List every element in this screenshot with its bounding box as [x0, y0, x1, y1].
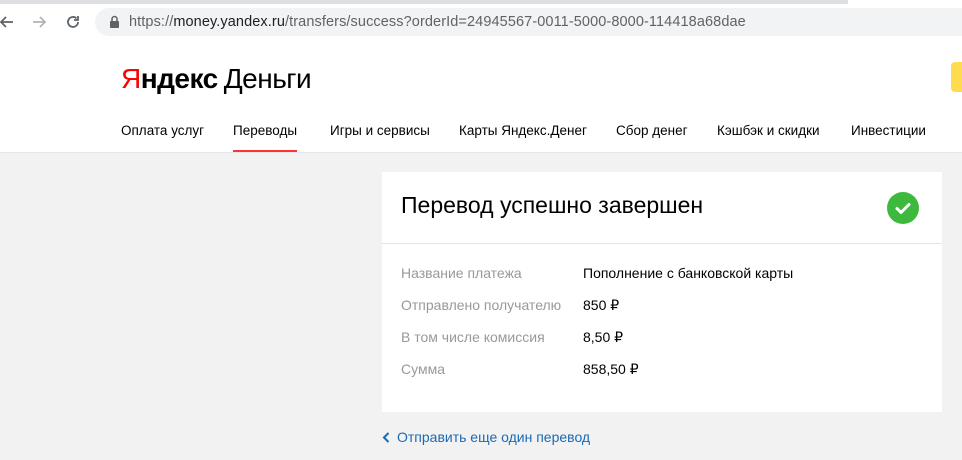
nav-item-transfers[interactable]: Переводы	[233, 123, 298, 152]
detail-label: Отправлено получателю	[401, 297, 562, 313]
nav-item-cashback[interactable]: Кэшбэк и скидки	[717, 123, 820, 138]
detail-row: В том числе комиссия 8,50 ₽	[382, 320, 942, 352]
card-header: Перевод успешно завершен	[382, 172, 942, 244]
lock-icon	[109, 15, 120, 34]
tab-strip	[0, 0, 962, 4]
nav-item-payments[interactable]: Оплата услуг	[121, 123, 204, 138]
chevron-left-icon	[382, 428, 392, 446]
site-header: Яндекс Деньги Оплата услуг Переводы Игры …	[0, 44, 962, 153]
logo-yandex: ндекс	[140, 63, 218, 94]
detail-row: Название платежа Пополнение с банковской…	[382, 256, 942, 288]
browser-toolbar: https://money.yandex.ru/transfers/succes…	[0, 0, 962, 44]
detail-label: В том числе комиссия	[401, 329, 545, 345]
detail-label: Название платежа	[401, 265, 522, 281]
url-path: /transfers/success?orderId=24945567-0011…	[284, 14, 746, 30]
detail-value: 8,50 ₽	[583, 329, 624, 345]
detail-label: Сумма	[401, 361, 445, 377]
detail-value: Пополнение с банковской карты	[583, 265, 794, 281]
logo-dengi: Деньги	[223, 63, 312, 94]
forward-arrow-icon[interactable]	[30, 12, 50, 32]
nav-item-cards[interactable]: Карты Яндекс.Денег	[459, 123, 587, 138]
reload-icon[interactable]	[63, 12, 83, 32]
nav-item-games[interactable]: Игры и сервисы	[330, 123, 430, 138]
yandex-money-logo[interactable]: Яндекс Деньги	[121, 63, 312, 94]
detail-row: Отправлено получателю 850 ₽	[382, 288, 942, 320]
detail-value: 858,50 ₽	[583, 361, 639, 377]
header-action-button[interactable]	[951, 62, 962, 92]
check-circle-icon	[887, 192, 919, 224]
main-nav: Оплата услуг Переводы Игры и сервисы Кар…	[0, 108, 962, 153]
back-arrow-icon[interactable]	[0, 12, 16, 32]
url-scheme: https://	[129, 14, 174, 30]
page-title: Перевод успешно завершен	[401, 192, 704, 218]
logo-letter: Я	[121, 63, 141, 94]
transfer-result-card: Перевод успешно завершен Название платеж…	[382, 172, 942, 412]
send-another-transfer-link[interactable]: Отправить еще один перевод	[382, 428, 590, 446]
url-host: money.yandex.ru	[173, 14, 285, 30]
nav-item-fundraising[interactable]: Сбор денег	[616, 123, 688, 138]
url-text[interactable]: https://money.yandex.ru/transfers/succes…	[129, 8, 746, 36]
detail-value: 850 ₽	[583, 297, 620, 313]
detail-row: Сумма 858,50 ₽	[382, 352, 942, 384]
address-bar[interactable]: https://money.yandex.ru/transfers/succes…	[95, 8, 962, 36]
send-another-label: Отправить еще один перевод	[397, 429, 591, 445]
nav-item-investments[interactable]: Инвестиции	[851, 123, 926, 138]
active-tab-edge	[848, 0, 962, 4]
